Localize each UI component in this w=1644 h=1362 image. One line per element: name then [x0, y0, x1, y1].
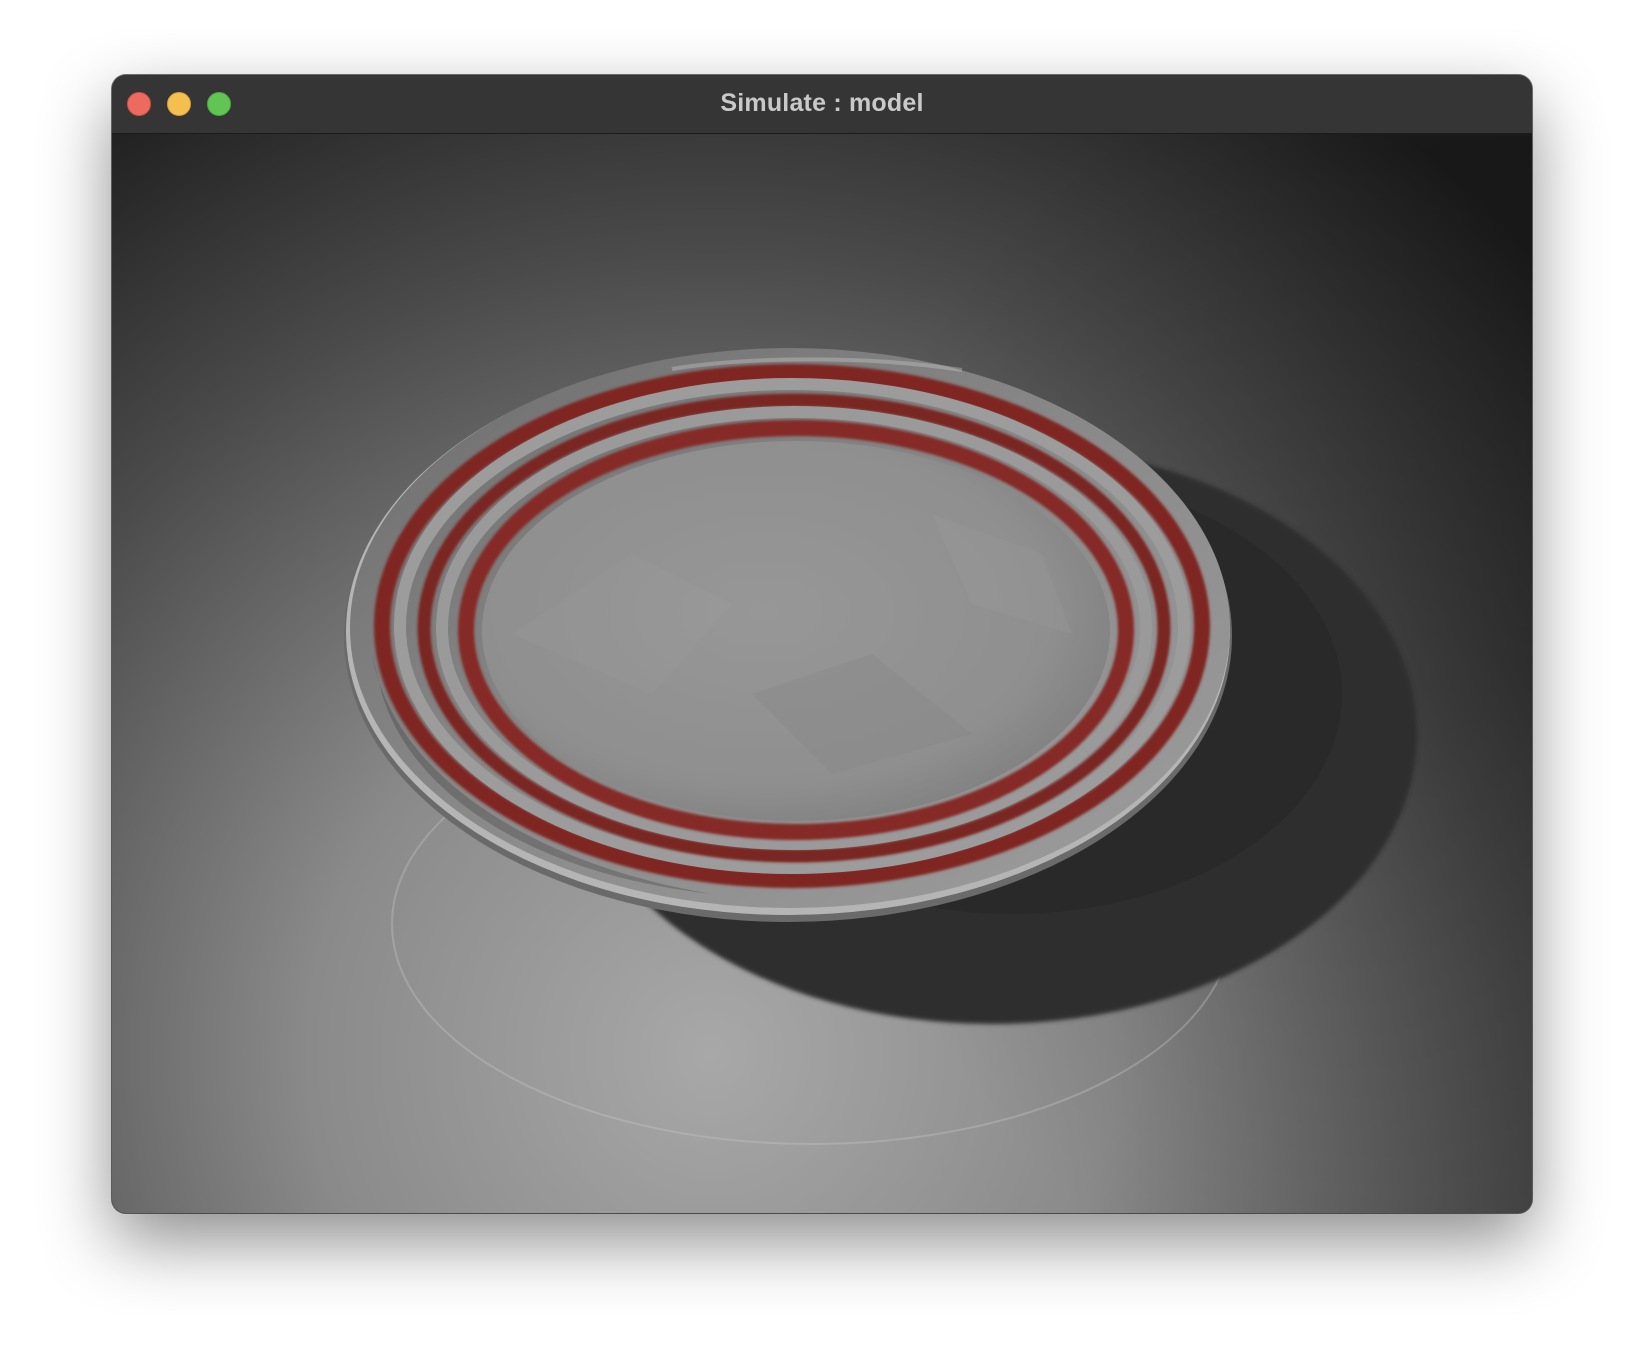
3d-viewport[interactable]: [112, 134, 1532, 1213]
plate[interactable]: [344, 348, 1232, 922]
window-title: Simulate : model: [720, 89, 924, 117]
scene-canvas[interactable]: [112, 134, 1532, 1213]
simulate-window: Simulate : model: [112, 75, 1532, 1213]
title-bar[interactable]: Simulate : model: [112, 75, 1532, 134]
